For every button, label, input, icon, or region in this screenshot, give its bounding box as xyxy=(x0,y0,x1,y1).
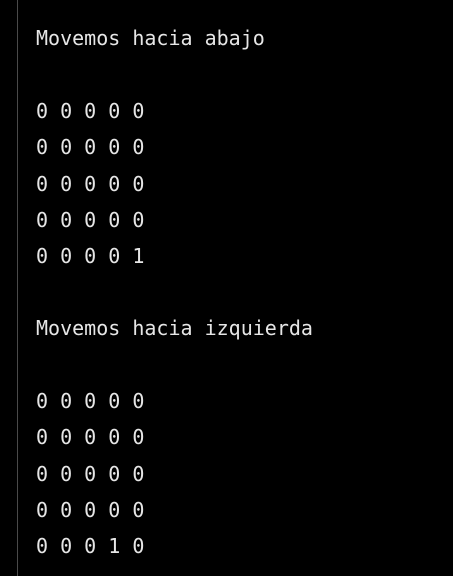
output-block-left: Movemos hacia izquierda 0 0 0 0 0 0 0 0 … xyxy=(36,310,313,565)
move-heading: Movemos hacia abajo xyxy=(36,26,265,50)
grid-row: 0 0 0 0 0 xyxy=(36,497,145,522)
grid-row: 0 0 0 0 0 xyxy=(36,98,145,123)
grid-row: 0 0 0 1 0 xyxy=(36,534,145,559)
grid-row: 0 0 0 0 0 xyxy=(36,171,145,196)
grid-row: 0 0 0 0 0 xyxy=(36,388,145,413)
grid-row: 0 0 0 0 0 xyxy=(36,425,145,450)
grid-row: 0 0 0 0 1 xyxy=(36,244,145,269)
grid-row: 0 0 0 0 0 xyxy=(36,135,145,160)
gutter-divider xyxy=(17,0,18,576)
output-block-down: Movemos hacia abajo 0 0 0 0 0 0 0 0 0 0 … xyxy=(36,20,265,275)
console-output: Movemos hacia abajo 0 0 0 0 0 0 0 0 0 0 … xyxy=(0,0,453,576)
move-heading: Movemos hacia izquierda xyxy=(36,316,313,340)
grid-row: 0 0 0 0 0 xyxy=(36,207,145,232)
grid-row: 0 0 0 0 0 xyxy=(36,461,145,486)
